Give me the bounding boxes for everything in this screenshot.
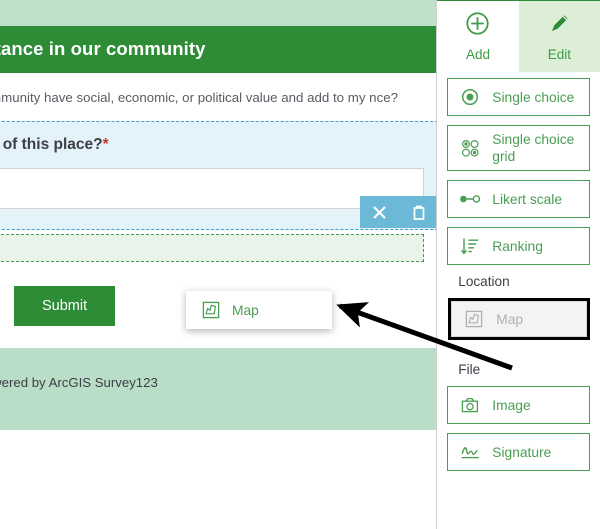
tab-add[interactable]: Add bbox=[437, 1, 519, 72]
dragged-map-item-ghost[interactable]: Map bbox=[186, 291, 332, 329]
tool-single-choice-label: Single choice bbox=[492, 89, 575, 105]
survey-builder-app: ortance in our community community have … bbox=[0, 0, 600, 529]
tool-signature-label: Signature bbox=[492, 444, 552, 460]
tool-likert-scale-label: Likert scale bbox=[492, 191, 563, 207]
form-header: ortance in our community bbox=[0, 26, 437, 73]
form-preview-pane: ortance in our community community have … bbox=[0, 0, 438, 529]
tool-likert-scale[interactable]: Likert scale bbox=[447, 180, 590, 218]
form-description-block: community have social, economic, or poli… bbox=[0, 73, 437, 121]
tab-add-label: Add bbox=[465, 47, 490, 62]
tool-map[interactable]: Map bbox=[451, 301, 587, 337]
tool-single-choice[interactable]: Single choice bbox=[447, 78, 590, 116]
tool-image[interactable]: Image bbox=[447, 386, 590, 424]
palette-tool-list: Single choice Single choice grid Likert … bbox=[437, 72, 600, 471]
tool-single-choice-grid-label: Single choice grid bbox=[492, 132, 575, 164]
tool-ranking-label: Ranking bbox=[492, 238, 543, 254]
radio-grid-icon bbox=[459, 139, 481, 158]
section-title-location: Location bbox=[458, 274, 510, 289]
tool-signature[interactable]: Signature bbox=[447, 433, 590, 471]
required-asterisk: * bbox=[102, 136, 109, 153]
question-label: me of this place?* bbox=[0, 136, 424, 154]
dragged-map-item-label: Map bbox=[232, 302, 259, 318]
copy-icon bbox=[410, 204, 427, 221]
form-title: ortance in our community bbox=[0, 38, 206, 59]
duplicate-question-button[interactable] bbox=[399, 196, 436, 228]
camera-icon bbox=[459, 396, 481, 414]
delete-question-button[interactable] bbox=[360, 196, 399, 228]
submit-button[interactable]: Submit bbox=[14, 286, 116, 326]
map-icon bbox=[463, 310, 485, 328]
form-footer: Powered by ArcGIS Survey123 bbox=[0, 348, 437, 430]
selected-question-block[interactable]: me of this place?* bbox=[0, 121, 437, 230]
powered-by-text: Powered by ArcGIS Survey123 bbox=[0, 375, 158, 390]
question-drop-zone[interactable] bbox=[0, 234, 424, 262]
tool-image-label: Image bbox=[492, 397, 531, 413]
map-icon bbox=[200, 301, 222, 319]
pencil-icon bbox=[547, 11, 572, 41]
tool-single-choice-grid[interactable]: Single choice grid bbox=[447, 125, 590, 171]
question-label-text: me of this place? bbox=[0, 136, 103, 153]
tool-ranking[interactable]: Ranking bbox=[447, 227, 590, 265]
tool-palette: Add Edit Single choice Single choice gri… bbox=[437, 0, 600, 529]
palette-tab-bar: Add Edit bbox=[437, 1, 600, 72]
map-tool-highlight-callout: Map bbox=[448, 298, 590, 340]
radio-button-icon bbox=[459, 88, 481, 106]
survey-form-card: ortance in our community community have … bbox=[0, 0, 437, 430]
form-top-strip bbox=[0, 0, 437, 26]
signature-icon bbox=[459, 444, 481, 460]
form-description: community have social, economic, or poli… bbox=[0, 90, 399, 105]
likert-scale-icon bbox=[459, 192, 481, 206]
plus-circle-icon bbox=[465, 11, 490, 41]
tab-edit-label: Edit bbox=[547, 47, 571, 62]
question-action-toolbar bbox=[360, 196, 437, 228]
section-title-file: File bbox=[458, 362, 481, 377]
ranking-sort-icon bbox=[459, 237, 481, 256]
close-icon bbox=[371, 204, 388, 221]
tool-map-label: Map bbox=[496, 311, 524, 327]
tab-edit[interactable]: Edit bbox=[518, 1, 600, 72]
